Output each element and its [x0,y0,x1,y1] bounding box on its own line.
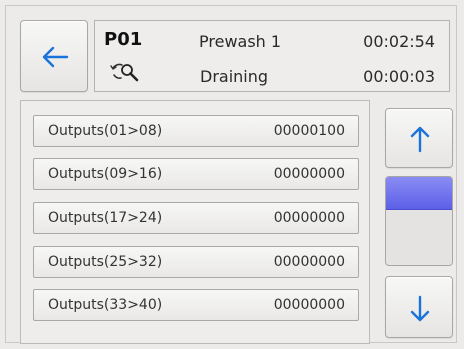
scroll-up-button[interactable] [385,108,453,168]
list-item[interactable]: Outputs(25>32) 00000000 [33,246,359,278]
draining-cycle-icon [110,63,139,82]
output-bits-value: 00000100 [273,123,345,139]
step-name: Prewash 1 [199,32,282,51]
list-item[interactable]: Outputs(33>40) 00000000 [33,289,359,321]
outputs-list: Outputs(01>08) 00000100 Outputs(09>16) 0… [20,100,370,344]
output-bits-value: 00000000 [273,166,345,182]
back-button[interactable] [20,20,88,92]
output-range-label: Outputs(33>40) [48,297,163,313]
scrollbar-track[interactable] [385,176,453,266]
status-time: 00:00:03 [363,67,435,86]
output-range-label: Outputs(09>16) [48,166,163,182]
program-number: P01 [104,29,143,50]
scroll-down-button[interactable] [385,276,453,338]
arrow-left-icon [42,46,69,68]
program-status-panel: P01 Prewash 1 00:02:54 Draining 00:00:03 [94,20,450,92]
output-range-label: Outputs(25>32) [48,254,163,270]
arrow-down-icon [410,295,430,322]
list-item[interactable]: Outputs(09>16) 00000000 [33,158,359,190]
output-range-label: Outputs(17>24) [48,210,163,226]
step-time: 00:02:54 [363,32,435,51]
list-item[interactable]: Outputs(17>24) 00000000 [33,202,359,234]
arrow-up-icon [410,126,430,153]
output-range-label: Outputs(01>08) [48,123,163,139]
status-text: Draining [200,67,269,86]
list-item[interactable]: Outputs(01>08) 00000100 [33,115,359,147]
scrollbar-thumb[interactable] [386,177,452,210]
output-bits-value: 00000000 [273,297,345,313]
output-bits-value: 00000000 [273,210,345,226]
output-bits-value: 00000000 [273,254,345,270]
